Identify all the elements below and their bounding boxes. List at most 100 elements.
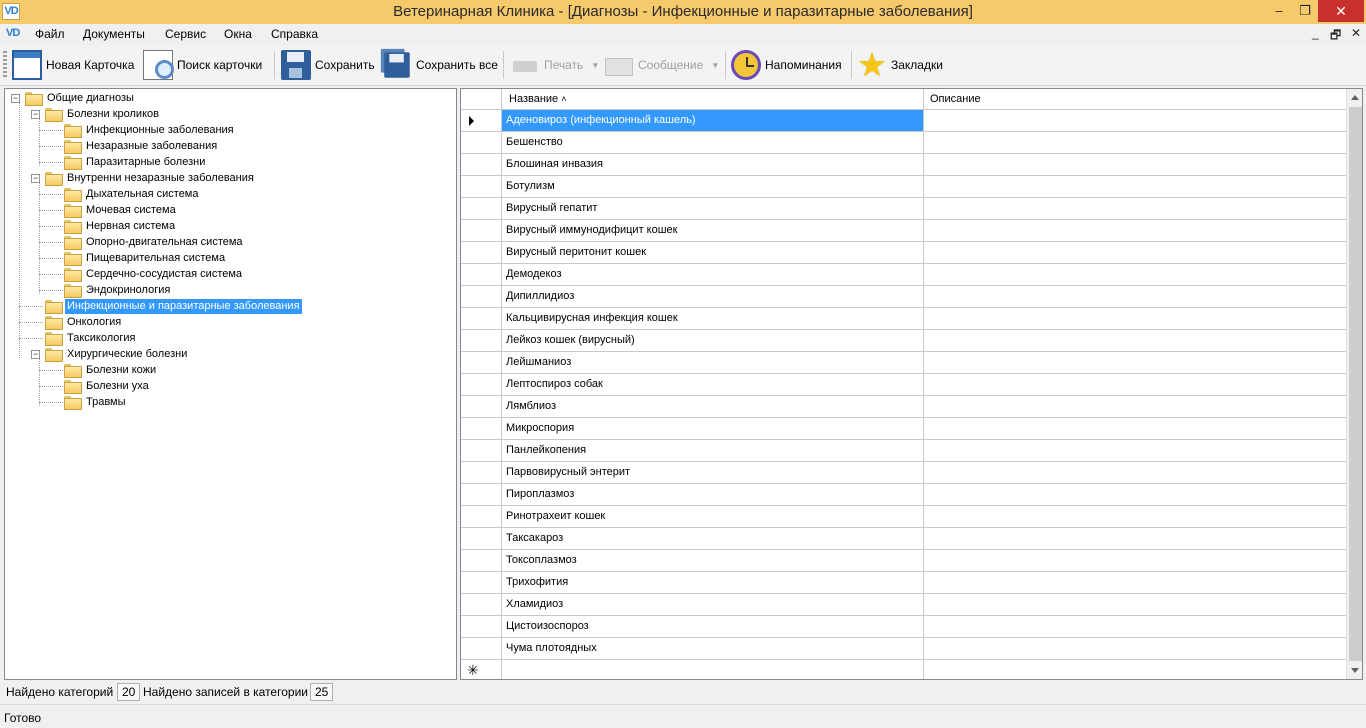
row-header-corner[interactable]	[461, 89, 502, 110]
row-header[interactable]	[461, 132, 502, 153]
row-header[interactable]	[461, 594, 502, 615]
table-row[interactable]: Пироплазмоз	[461, 484, 1347, 506]
table-row[interactable]: Чума плотоядных	[461, 638, 1347, 660]
cell-name[interactable]: Трихофития	[502, 572, 924, 593]
row-header[interactable]	[461, 198, 502, 219]
table-row[interactable]: Панлейкопения	[461, 440, 1347, 462]
menu-windows[interactable]: Окна	[224, 27, 252, 41]
cell-description[interactable]	[924, 110, 1347, 131]
tree-collapse-toggle[interactable]: −	[31, 174, 40, 183]
cell-name[interactable]: Вирусный перитонит кошек	[502, 242, 924, 263]
cell-name[interactable]: Дипиллидиоз	[502, 286, 924, 307]
tree-node[interactable]: Общие диагнозы	[25, 90, 136, 106]
row-header[interactable]	[461, 110, 502, 131]
cell-description[interactable]	[924, 242, 1347, 263]
cell-name[interactable]	[502, 660, 924, 679]
tree-collapse-toggle[interactable]: −	[31, 110, 40, 119]
cell-description[interactable]	[924, 220, 1347, 241]
cell-description[interactable]	[924, 638, 1347, 659]
table-row[interactable]: Вирусный гепатит	[461, 198, 1347, 220]
mdi-child-icon[interactable]: VD	[6, 27, 20, 39]
tree-node[interactable]: Болезни кроликов	[45, 106, 161, 122]
row-header[interactable]	[461, 484, 502, 505]
tree-node[interactable]: Эндокринология	[64, 282, 172, 298]
cell-description[interactable]	[924, 462, 1347, 483]
cell-description[interactable]	[924, 660, 1347, 679]
cell-description[interactable]	[924, 176, 1347, 197]
tree-node[interactable]: Сердечно-сосудистая система	[64, 266, 244, 282]
cell-description[interactable]	[924, 440, 1347, 461]
mdi-minimize-button[interactable]: _	[1312, 26, 1319, 40]
column-header-name[interactable]: Название ˄	[502, 89, 924, 110]
message-button[interactable]: Сообщение ▼	[604, 48, 719, 82]
table-row[interactable]: Микроспория	[461, 418, 1347, 440]
row-header[interactable]	[461, 374, 502, 395]
row-header[interactable]	[461, 440, 502, 461]
message-dropdown-arrow-icon[interactable]: ▼	[711, 61, 719, 70]
row-header[interactable]	[461, 638, 502, 659]
table-row[interactable]: Цистоизоспороз	[461, 616, 1347, 638]
row-header[interactable]	[461, 528, 502, 549]
mdi-close-button[interactable]: ✕	[1351, 26, 1361, 40]
cell-name[interactable]: Хламидиоз	[502, 594, 924, 615]
cell-name[interactable]: Токсоплазмоз	[502, 550, 924, 571]
scroll-down-arrow-icon[interactable]	[1351, 668, 1359, 673]
table-row[interactable]: Лямблиоз	[461, 396, 1347, 418]
table-row[interactable]: Ринотрахеит кошек	[461, 506, 1347, 528]
grid-vertical-scrollbar[interactable]	[1346, 89, 1362, 679]
cell-name[interactable]: Ботулизм	[502, 176, 924, 197]
table-row[interactable]: Вирусный перитонит кошек	[461, 242, 1347, 264]
row-header[interactable]	[461, 396, 502, 417]
tree-node[interactable]: Нервная система	[64, 218, 177, 234]
cell-name[interactable]: Парвовирусный энтерит	[502, 462, 924, 483]
table-row[interactable]: Бешенство	[461, 132, 1347, 154]
cell-name[interactable]: Пироплазмоз	[502, 484, 924, 505]
tree-node[interactable]: Онкология	[45, 314, 123, 330]
save-all-button[interactable]: Сохранить все	[382, 48, 498, 82]
table-row[interactable]: Ботулизм	[461, 176, 1347, 198]
table-row[interactable]: Блошиная инвазия	[461, 154, 1347, 176]
cell-name[interactable]: Лямблиоз	[502, 396, 924, 417]
tree-collapse-toggle[interactable]: −	[31, 350, 40, 359]
cell-description[interactable]	[924, 484, 1347, 505]
cell-description[interactable]	[924, 154, 1347, 175]
cell-description[interactable]	[924, 616, 1347, 637]
cell-name[interactable]: Цистоизоспороз	[502, 616, 924, 637]
reminders-button[interactable]: Напоминания	[731, 48, 842, 82]
row-header[interactable]	[461, 352, 502, 373]
row-header[interactable]	[461, 176, 502, 197]
row-header[interactable]: ✳	[461, 660, 502, 679]
menu-documents[interactable]: Документы	[83, 27, 145, 41]
table-row[interactable]: Вирусный иммунодифицит кошек	[461, 220, 1347, 242]
cell-description[interactable]	[924, 374, 1347, 395]
cell-description[interactable]	[924, 264, 1347, 285]
tree-collapse-toggle[interactable]: −	[11, 94, 20, 103]
scroll-thumb[interactable]	[1349, 107, 1362, 661]
tree-node[interactable]: Болезни уха	[64, 378, 151, 394]
save-button[interactable]: Сохранить	[281, 48, 375, 82]
column-header-description[interactable]: Описание	[924, 89, 1347, 110]
close-button[interactable]: ✕	[1318, 0, 1364, 22]
table-row[interactable]: Таксакароз	[461, 528, 1347, 550]
cell-name[interactable]: Лептоспироз собак	[502, 374, 924, 395]
table-row[interactable]: Кальцивирусная инфекция кошек	[461, 308, 1347, 330]
table-row[interactable]: Лептоспироз собак	[461, 374, 1347, 396]
cell-description[interactable]	[924, 550, 1347, 571]
row-header[interactable]	[461, 330, 502, 351]
cell-description[interactable]	[924, 506, 1347, 527]
cell-description[interactable]	[924, 132, 1347, 153]
row-header[interactable]	[461, 242, 502, 263]
cell-name[interactable]: Лейкоз кошек (вирусный)	[502, 330, 924, 351]
tree-node[interactable]: Внутренни незаразные заболевания	[45, 170, 256, 186]
cell-description[interactable]	[924, 418, 1347, 439]
row-header[interactable]	[461, 154, 502, 175]
tree-node[interactable]: Болезни кожи	[64, 362, 158, 378]
table-row[interactable]: Аденовироз (инфекционный кашель)	[461, 110, 1347, 132]
cell-name[interactable]: Ринотрахеит кошек	[502, 506, 924, 527]
cell-description[interactable]	[924, 198, 1347, 219]
cell-name[interactable]: Блошиная инвазия	[502, 154, 924, 175]
mdi-restore-button[interactable]: 🗗	[1330, 26, 1341, 47]
cell-name[interactable]: Кальцивирусная инфекция кошек	[502, 308, 924, 329]
diagnoses-grid[interactable]: Название ˄ Описание Аденовироз (инфекцио…	[460, 88, 1363, 680]
tree-node[interactable]: Паразитарные болезни	[64, 154, 207, 170]
